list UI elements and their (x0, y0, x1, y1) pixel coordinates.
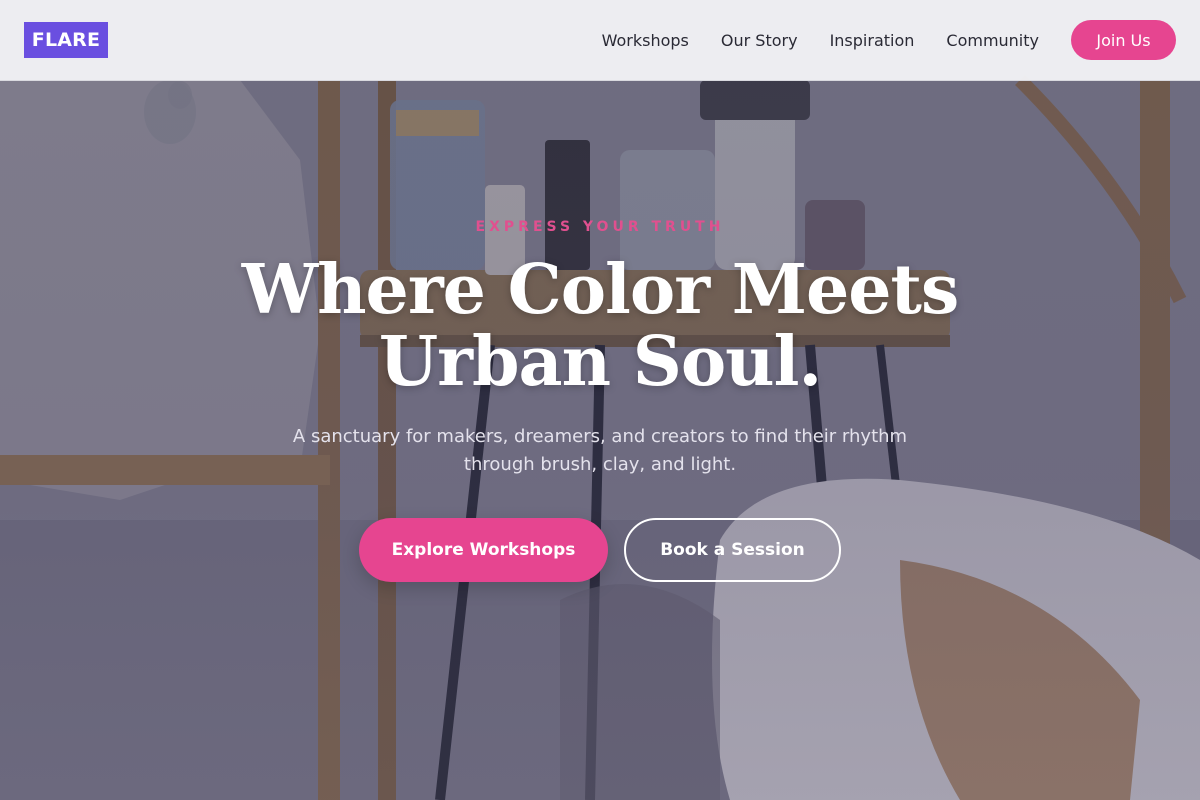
hero-section: EXPRESS YOUR TRUTH Where Color Meets Urb… (0, 0, 1200, 800)
explore-workshops-button[interactable]: Explore Workshops (359, 518, 608, 582)
hero-subtitle: A sanctuary for makers, dreamers, and cr… (292, 426, 908, 475)
headline-line-2: Urban Soul. (378, 322, 822, 402)
hero-eyebrow: EXPRESS YOUR TRUTH (475, 219, 725, 235)
headline-line-1: Where Color Meets (241, 250, 959, 330)
hero-headline: Where Color Meets Urban Soul. (0, 254, 1200, 398)
book-session-button[interactable]: Book a Session (624, 518, 841, 582)
